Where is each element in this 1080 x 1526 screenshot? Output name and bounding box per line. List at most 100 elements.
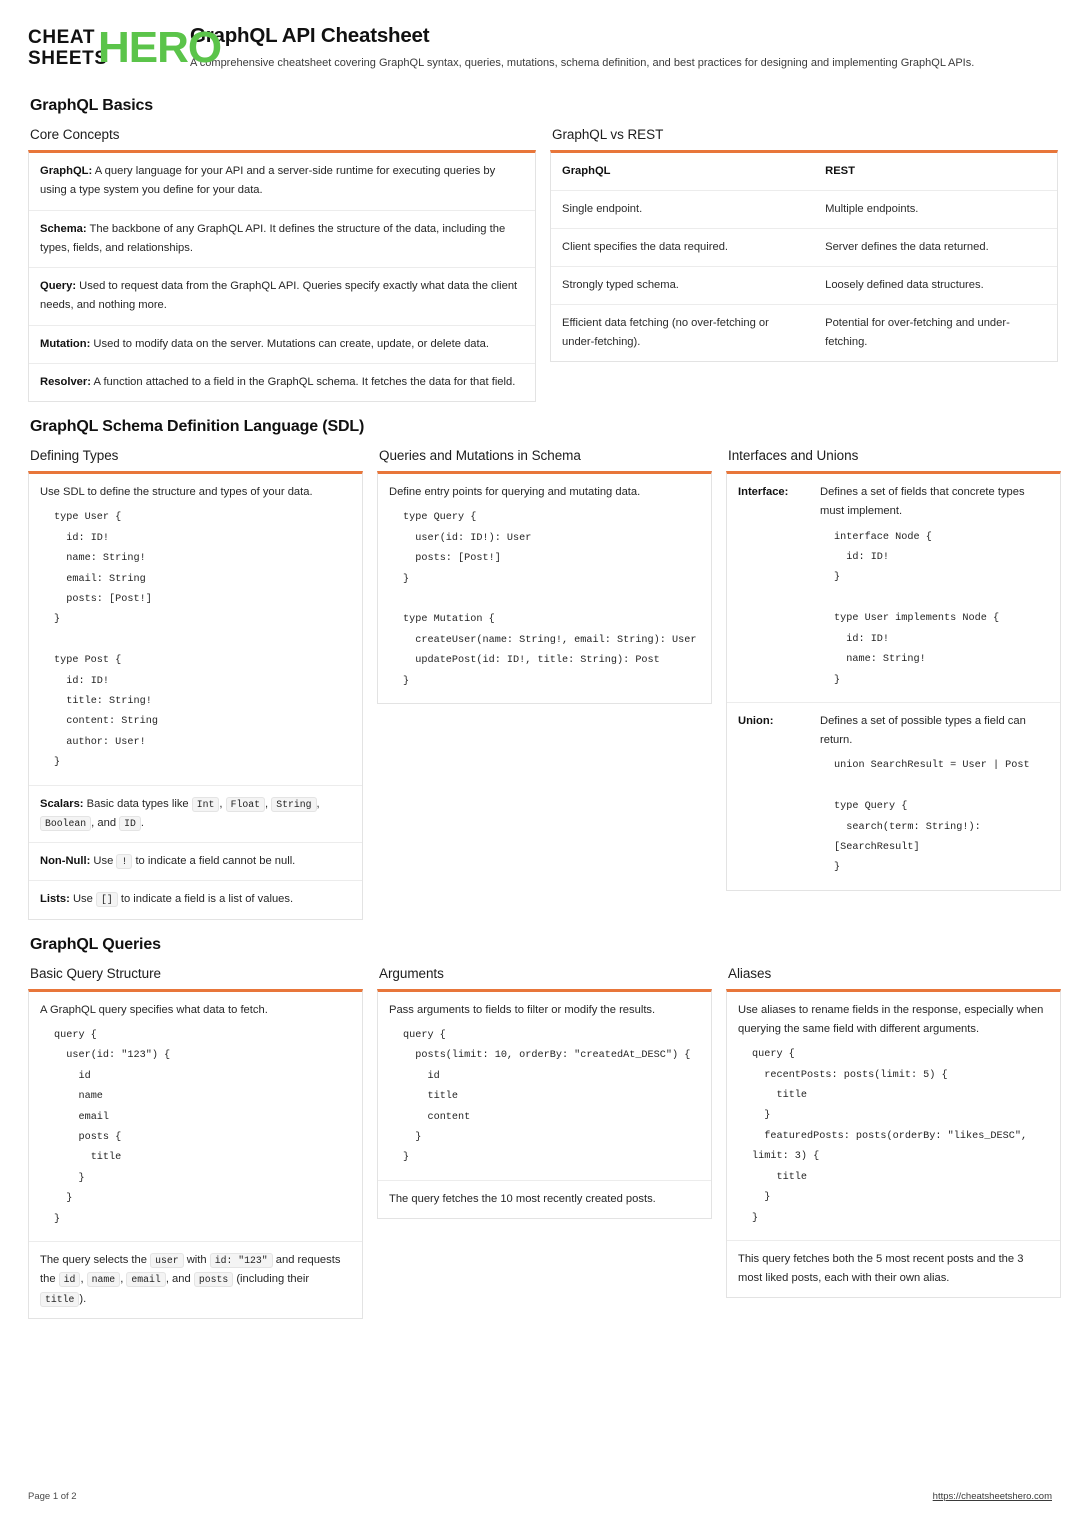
column-header-rest: REST [814, 153, 1057, 192]
aliases-intro: Use aliases to rename fields in the resp… [738, 1003, 1044, 1035]
aliases-note: This query fetches both the 5 most recen… [738, 1252, 1024, 1285]
page-header: CHEAT SHEETS HERO GraphQL API Cheatsheet… [28, 22, 1052, 75]
arguments-note: The query fetches the 10 most recently c… [389, 1192, 656, 1205]
cheatsheet-page: CHEAT SHEETS HERO GraphQL API Cheatsheet… [0, 0, 1080, 1526]
card-title-queries-mutations: Queries and Mutations in Schema [379, 448, 581, 464]
code-chip-posts: posts [193, 1272, 234, 1288]
scalars-term: Scalars: [40, 797, 84, 810]
card-title-arguments: Arguments [379, 965, 444, 981]
concept-term: Resolver: [40, 375, 91, 388]
code-block-queries-mutations: type Query { user(id: ID!): User posts: … [403, 512, 697, 687]
logo-wordmark: CHEAT SHEETS [28, 27, 108, 69]
sep: , [219, 797, 226, 810]
code-chip-id: id [58, 1272, 81, 1288]
cell-rest: Multiple endpoints. [814, 190, 1057, 230]
concept-desc: A function attached to a field in the Gr… [91, 375, 516, 388]
card-title-aliases: Aliases [728, 965, 772, 981]
union-row: Union: Defines a set of possible types a… [727, 703, 1060, 890]
concept-desc: A query language for your API and a serv… [40, 165, 496, 197]
defining-types-intro: Use SDL to define the structure and type… [40, 486, 313, 499]
concept-item: GraphQL: A query language for your API a… [29, 153, 535, 211]
section-heading-basics: GraphQL Basics [30, 97, 153, 114]
code-chip-user: user [150, 1253, 184, 1269]
note-mid: (including their [233, 1273, 310, 1286]
interface-desc: Defines a set of fields that concrete ty… [820, 486, 1025, 518]
code-chip-brackets: [] [95, 892, 118, 908]
card-title-basic-query: Basic Query Structure [30, 965, 161, 981]
card-aliases: Use aliases to rename fields in the resp… [726, 988, 1061, 1299]
code-block-defining-types: type User { id: ID! name: String! email:… [54, 512, 158, 769]
cell-graphql: Single endpoint. [551, 190, 815, 230]
code-block-arguments: query { posts(limit: 10, orderBy: "creat… [403, 1030, 691, 1164]
concept-item: Resolver: A function attached to a field… [29, 364, 535, 401]
scalars-pre: Basic data types like [83, 797, 192, 810]
cheatsheetshero-logo: CHEAT SHEETS HERO [28, 25, 222, 75]
lists-pre: Use [69, 893, 96, 906]
and-sep: , and [91, 816, 120, 829]
scalars-row: Scalars: Basic data types like Int, Floa… [29, 786, 362, 844]
concept-item: Query: Used to request data from the Gra… [29, 268, 535, 326]
lists-post: to indicate a field is a list of values. [117, 893, 294, 906]
code-chip-name: name [86, 1272, 121, 1288]
table-row: Client specifies the data required. Serv… [551, 228, 1057, 268]
queries-mutations-intro: Define entry points for querying and mut… [389, 486, 641, 499]
defining-types-column: Defining Types Use SDL to define the str… [28, 448, 363, 920]
concept-term: GraphQL: [40, 165, 93, 177]
interface-row: Interface: Defines a set of fields that … [727, 474, 1060, 703]
site-url-link[interactable]: https://cheatsheetshero.com [933, 1491, 1052, 1502]
defining-types-body: Use SDL to define the structure and type… [29, 474, 362, 786]
non-null-post: to indicate a field cannot be null. [132, 855, 296, 868]
note-mid: , [80, 1273, 87, 1286]
scalars-end: . [140, 816, 145, 829]
logo-line-1: CHEAT [28, 27, 96, 48]
card-basic-query: A GraphQL query specifies what data to f… [28, 988, 363, 1319]
concept-term: Schema: [40, 222, 87, 235]
page-subtitle: A comprehensive cheatsheet covering Grap… [190, 56, 975, 69]
aliases-body: Use aliases to rename fields in the resp… [727, 992, 1060, 1241]
basic-query-body: A GraphQL query specifies what data to f… [29, 992, 362, 1243]
sdl-row: Defining Types Use SDL to define the str… [28, 448, 1061, 920]
code-chip-email: email [126, 1272, 166, 1288]
cell-rest: Potential for over-fetching and under-fe… [825, 317, 1010, 349]
note-mid: with [183, 1254, 210, 1267]
arguments-body: Pass arguments to fields to filter or mo… [378, 992, 711, 1181]
concept-item: Schema: The backbone of any GraphQL API.… [29, 211, 535, 269]
graphql-vs-rest-column: GraphQL vs REST GraphQL REST Single endp… [550, 127, 1058, 363]
logo-hero-text: HERO [98, 23, 222, 72]
card-title-defining-types: Defining Types [30, 448, 119, 464]
basics-row: Core Concepts GraphQL: A query language … [28, 127, 1058, 403]
code-block-basic-query: query { user(id: "123") { id name email … [54, 1030, 171, 1225]
table-row: Single endpoint. Multiple endpoints. [551, 190, 1057, 230]
code-chip-float: Float [225, 796, 266, 812]
code-chip-id: ID [119, 815, 141, 831]
union-desc: Defines a set of possible types a field … [820, 714, 1026, 747]
arguments-intro: Pass arguments to fields to filter or mo… [389, 1003, 656, 1016]
card-title-graphql-vs-rest: GraphQL vs REST [552, 127, 664, 142]
interface-term: Interface: [738, 486, 789, 499]
page-number-label: Page 1 of 2 [28, 1491, 77, 1502]
note-mid: , and [165, 1273, 194, 1286]
card-graphql-vs-rest: GraphQL REST Single endpoint. Multiple e… [550, 150, 1058, 363]
code-chip-string: String [271, 796, 317, 812]
logo-line-2: SHEETS [28, 48, 108, 69]
note-end: ). [79, 1292, 87, 1305]
concept-desc: Used to request data from the GraphQL AP… [40, 280, 518, 312]
cell-rest: Server defines the data returned. [814, 228, 1057, 268]
union-term: Union: [738, 714, 774, 727]
cell-graphql: Strongly typed schema. [551, 266, 815, 306]
code-chip-int: Int [191, 796, 220, 812]
header-text-block: GraphQL API Cheatsheet A comprehensive c… [190, 22, 1052, 72]
card-title-interfaces-unions: Interfaces and Unions [728, 448, 859, 464]
note-pre: The query selects the [40, 1254, 151, 1267]
cell-rest: Loosely defined data structures. [814, 266, 1057, 306]
basic-query-intro: A GraphQL query specifies what data to f… [40, 1003, 268, 1016]
non-null-row: Non-Null: Use ! to indicate a field cann… [29, 843, 362, 882]
cell-graphql: Efficient data fetching (no over-fetchin… [562, 317, 769, 349]
card-core-concepts: GraphQL: A query language for your API a… [28, 150, 536, 403]
table-row: Efficient data fetching (no over-fetchin… [551, 305, 1057, 362]
interfaces-unions-column: Interfaces and Unions Interface: Defines… [726, 448, 1061, 891]
card-queries-mutations: Define entry points for querying and mut… [377, 471, 712, 705]
basic-query-note: The query selects the user with id: "123… [29, 1242, 362, 1318]
section-heading-queries: GraphQL Queries [30, 935, 161, 953]
concept-item: Mutation: Used to modify data on the ser… [29, 326, 535, 364]
